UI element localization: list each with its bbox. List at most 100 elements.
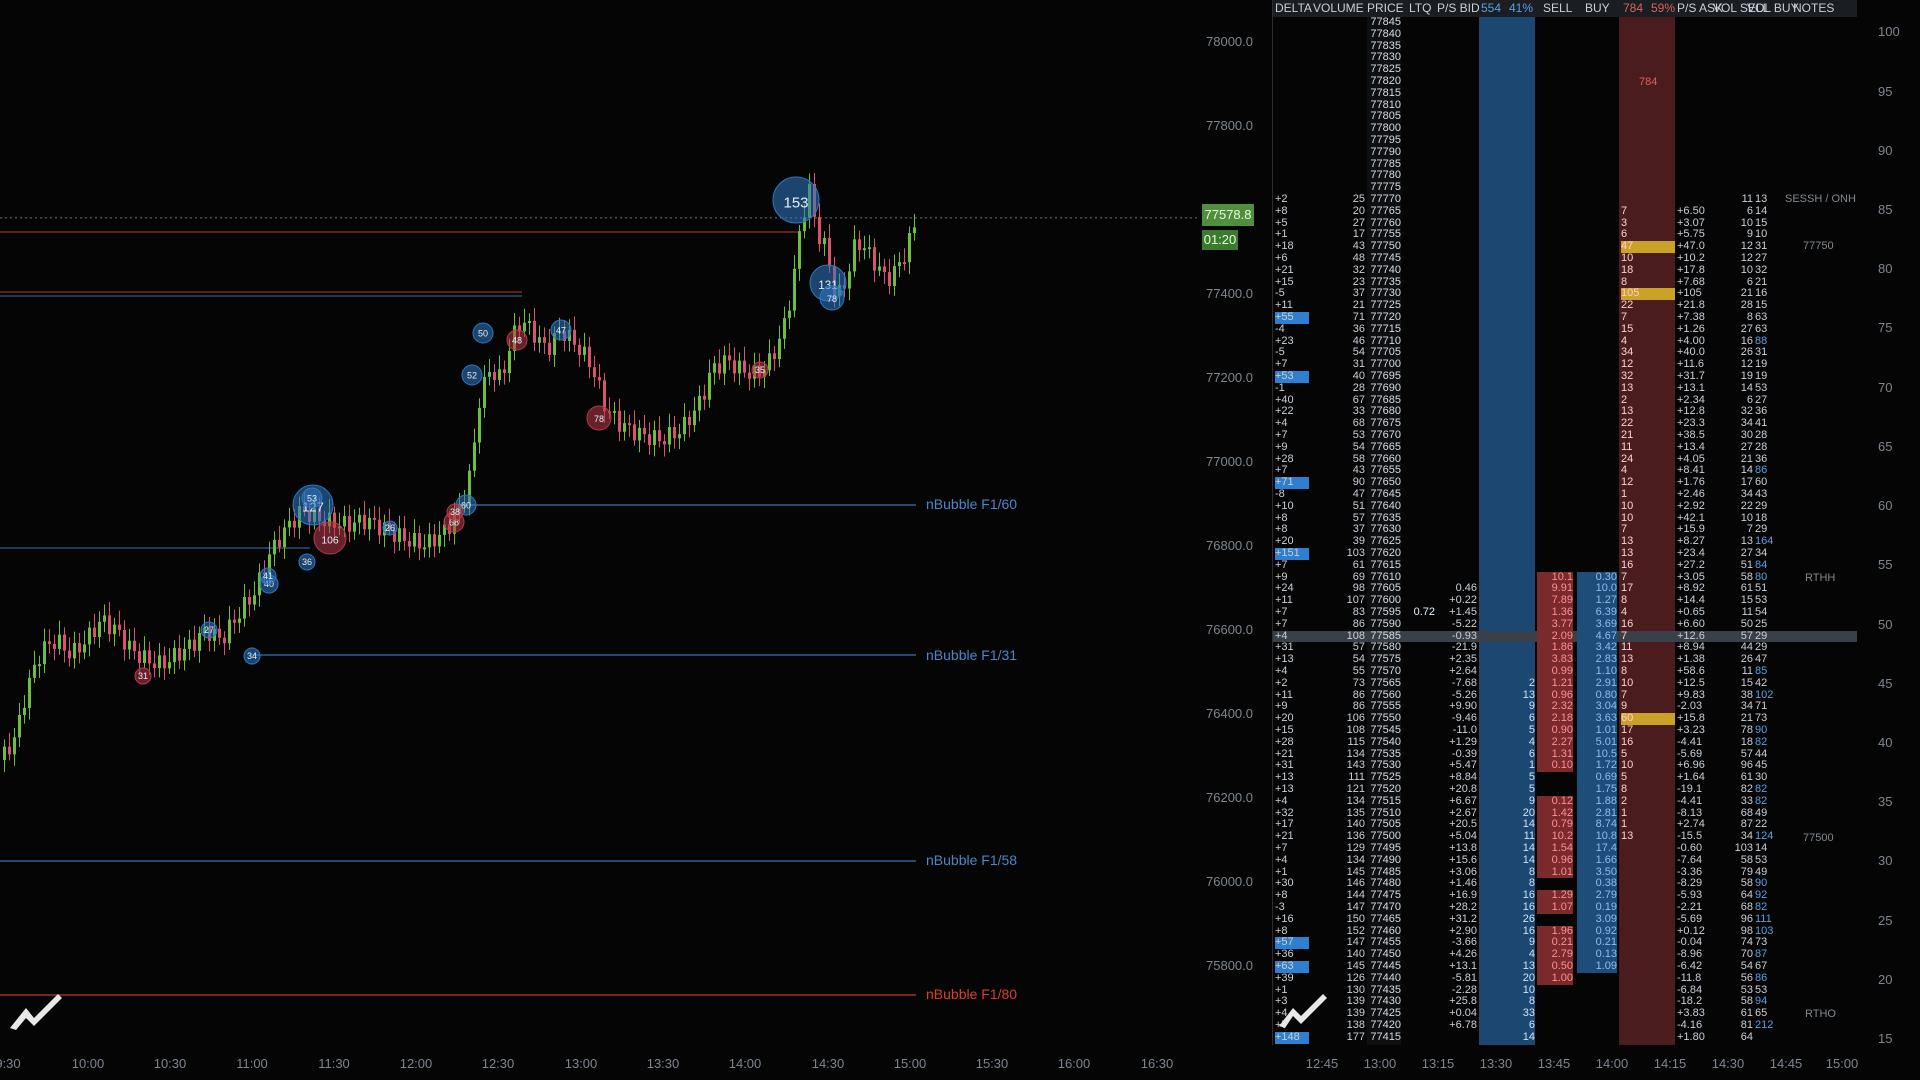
ladder-cell-sell[interactable]: 8: [1479, 866, 1535, 879]
ladder-cell-vol-buy[interactable]: 53: [1755, 382, 1789, 395]
ladder-cell-buy[interactable]: 7: [1621, 689, 1675, 702]
price-chart[interactable]: 1531317812753106785052484735606838364041…: [0, 0, 1200, 1080]
time-axis[interactable]: 9:30 10:00 10:30 11:00 11:30 12:00 12:30…: [0, 1050, 1200, 1080]
ladder-cell-sell[interactable]: 6: [1479, 748, 1535, 761]
ladder-cell-volume[interactable]: 20: [1313, 205, 1365, 218]
ladder-cell-vol-sell[interactable]: 58: [1723, 854, 1753, 867]
ladder-cell-volume[interactable]: 115: [1313, 736, 1365, 749]
header-ps-bid[interactable]: P/S BID: [1437, 1, 1480, 15]
ladder-cell-buy[interactable]: 10: [1621, 677, 1675, 690]
header-buy[interactable]: BUY: [1585, 1, 1610, 15]
ladder-cell-vol-buy[interactable]: 14: [1755, 205, 1789, 218]
header-volume[interactable]: VOLUME: [1313, 1, 1364, 15]
header-sell[interactable]: SELL: [1543, 1, 1572, 15]
ladder-cell-ps-ask[interactable]: +2.92: [1677, 500, 1721, 513]
ladder-cell-delta[interactable]: +4: [1275, 795, 1309, 808]
ladder-cell-buy[interactable]: 12: [1621, 476, 1675, 489]
ladder-cell-delta[interactable]: +4: [1275, 854, 1309, 867]
ladder-cell-volume[interactable]: 134: [1313, 854, 1365, 867]
ladder-cell-vol-buy[interactable]: 82: [1755, 795, 1789, 808]
ladder-cell-sell[interactable]: 20: [1479, 972, 1535, 985]
ladder-cell-ps-ask[interactable]: -5.69: [1677, 913, 1721, 926]
ladder-cell-ps-ask[interactable]: +1.26: [1677, 323, 1721, 336]
ladder-cell-delta[interactable]: +16: [1275, 913, 1309, 926]
ladder-cell-ps-ask[interactable]: +13.1: [1677, 382, 1721, 395]
ladder-cell-vol-sell[interactable]: 14: [1723, 382, 1753, 395]
ladder-cell-ps-bid[interactable]: +15.6: [1433, 854, 1477, 867]
ladder-cell-ps-bid[interactable]: +6.78: [1433, 1019, 1477, 1032]
ladder-cell-buy-vol[interactable]: 1.66: [1577, 854, 1617, 867]
ladder-cell-sell-vol[interactable]: 2.27: [1537, 736, 1573, 749]
ladder-cell-vol-sell[interactable]: 33: [1723, 795, 1753, 808]
ladder-cell-volume[interactable]: 28: [1313, 382, 1365, 395]
ladder-cell-volume[interactable]: 51: [1313, 500, 1365, 513]
ladder-cell-vol-buy[interactable]: 28: [1755, 441, 1789, 454]
ladder-cell-ps-bid[interactable]: +6.67: [1433, 795, 1477, 808]
ladder-cell-vol-buy[interactable]: 25: [1755, 618, 1789, 631]
ladder-cell-volume[interactable]: 36: [1313, 323, 1365, 336]
ladder-cell-prices[interactable]: 77815: [1367, 87, 1401, 100]
ladder-cell-prices[interactable]: 77540: [1367, 736, 1401, 749]
ladder-cell-sell[interactable]: 13: [1479, 689, 1535, 702]
ladder-cell-sell-vol[interactable]: 3.77: [1537, 618, 1573, 631]
line-label-f1-80[interactable]: nBubble F1/80: [926, 986, 1017, 1002]
ladder-cell-buy[interactable]: 24: [1621, 453, 1675, 466]
ladder-cell-buy[interactable]: 13: [1621, 382, 1675, 395]
line-label-f1-31[interactable]: nBubble F1/31: [926, 647, 1017, 663]
ladder-cell-buy[interactable]: 16: [1621, 559, 1675, 572]
ladder-cell-prices[interactable]: 77440: [1367, 972, 1401, 985]
ladder-cell-buy[interactable]: 8: [1621, 783, 1675, 796]
ladder-cell-prices[interactable]: 77565: [1367, 677, 1401, 690]
ladder-cell-sell[interactable]: 26: [1479, 913, 1535, 926]
ladder-cell-sell[interactable]: 2: [1479, 677, 1535, 690]
header-vol-buy[interactable]: VOL BUY: [1747, 1, 1799, 15]
ladder-cell-volume[interactable]: 177: [1313, 1031, 1365, 1044]
header-delta[interactable]: DELTA: [1275, 1, 1312, 15]
ladder-cell-buy[interactable]: 13: [1621, 830, 1675, 843]
ladder-cell-buy[interactable]: 3: [1621, 217, 1675, 230]
ladder-cell-buy-vol[interactable]: 1.09: [1577, 960, 1617, 973]
ladder-cell-sell[interactable]: 9: [1479, 701, 1535, 713]
price-ladder[interactable]: DELTA VOLUME PRICE LTQ P/S BID 554 41% S…: [1272, 0, 1857, 1045]
ladder-cell-ps-bid[interactable]: +31.2: [1433, 913, 1477, 926]
ladder-cell-delta[interactable]: -4: [1275, 323, 1309, 336]
ladder-cell-buy-vol[interactable]: 3.69: [1577, 618, 1617, 631]
ladder-cell-buy[interactable]: 11: [1621, 441, 1675, 454]
ladder-cell-delta[interactable]: +148: [1275, 1031, 1309, 1044]
ladder-cell-prices[interactable]: 77515: [1367, 795, 1401, 808]
ladder-cell-vol-buy[interactable]: 42: [1755, 677, 1789, 690]
ladder-cell-delta[interactable]: +7: [1275, 559, 1309, 572]
ladder-cell-sell[interactable]: 5: [1479, 724, 1535, 737]
ladder-cell-ps-ask[interactable]: +17.8: [1677, 264, 1721, 277]
ladder-cell-volume[interactable]: 61: [1313, 559, 1365, 572]
ladder-cell-sell-vol[interactable]: 0.12: [1537, 795, 1573, 808]
ladder-cell-vol-sell[interactable]: 64: [1723, 1031, 1753, 1044]
ladder-cell-vol-sell[interactable]: 51: [1723, 559, 1753, 572]
ladder-rows[interactable]: 77845 77840 77835 77830 77825 77820 77815 77810…: [1273, 16, 1857, 1045]
ladder-cell-sell[interactable]: 9: [1479, 795, 1535, 808]
ladder-cell-prices[interactable]: 77465: [1367, 913, 1401, 926]
ladder-cell-ps-bid[interactable]: +1.29: [1433, 736, 1477, 749]
ladder-cell-ps-ask[interactable]: -7.64: [1677, 854, 1721, 867]
ladder-cell-buy[interactable]: 10: [1621, 500, 1675, 513]
ladder-cell-ps-ask[interactable]: -4.41: [1677, 736, 1721, 749]
ladder-cell-ps-ask[interactable]: +13.4: [1677, 441, 1721, 454]
ladder-cell-delta[interactable]: +9: [1275, 441, 1309, 454]
ladder-cell-prices[interactable]: 77715: [1367, 323, 1401, 336]
ladder-cell-prices[interactable]: 77690: [1367, 382, 1401, 395]
ladder-cell-ps-ask[interactable]: +27.2: [1677, 559, 1721, 572]
ladder-cell-ps-ask[interactable]: +6.50: [1677, 205, 1721, 218]
header-notes[interactable]: NOTES: [1793, 1, 1834, 15]
ladder-cell-volume[interactable]: 54: [1313, 441, 1365, 454]
ladder-cell-delta[interactable]: -1: [1275, 382, 1309, 395]
ladder-cell-vol-buy[interactable]: 111: [1755, 913, 1789, 926]
ladder-cell-sell[interactable]: 33: [1479, 1007, 1535, 1020]
ladder-cell-buy[interactable]: 16: [1621, 618, 1675, 631]
ladder-cell-volume[interactable]: 150: [1313, 913, 1365, 926]
ladder-cell-delta[interactable]: +21: [1275, 264, 1309, 277]
ladder-cell-vol-buy[interactable]: 32: [1755, 264, 1789, 277]
ladder-cell-volume[interactable]: 73: [1313, 677, 1365, 690]
ladder-cell-buy-vol[interactable]: 2.91: [1577, 677, 1617, 690]
ladder-cell-buy[interactable]: 13: [1621, 653, 1675, 666]
ladder-cell-buy[interactable]: 22: [1621, 299, 1675, 312]
